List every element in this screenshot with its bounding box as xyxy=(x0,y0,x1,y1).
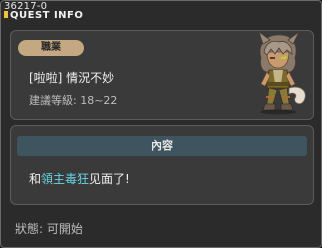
content-prefix: 和 xyxy=(29,172,42,186)
window-title: QUEST INFO xyxy=(10,10,84,21)
quest-info-window: 36217-0 QUEST INFO 職業 [啦啦] 情況不妙 建議等級: 18… xyxy=(0,0,322,248)
content-panel: 內容 和領主毒狂见面了! xyxy=(10,125,314,205)
title-bar[interactable]: 36217-0 QUEST INFO xyxy=(1,1,321,25)
quest-status: 狀態: 可開始 xyxy=(15,222,83,236)
quest-info-panel: 職業 [啦啦] 情況不妙 建議等級: 18~22 xyxy=(10,30,314,120)
npc-name-link[interactable]: 領主毒狂 xyxy=(41,172,89,186)
quest-name: [啦啦] 情況不妙 xyxy=(29,71,115,85)
npc-portrait xyxy=(258,32,306,115)
recommended-level: 建議等級: 18~22 xyxy=(29,94,118,107)
content-header: 內容 xyxy=(17,136,307,156)
content-suffix: 见面了! xyxy=(89,172,130,186)
content-text: 和領主毒狂见面了! xyxy=(29,170,130,187)
job-badge: 職業 xyxy=(18,40,84,56)
title-marker-icon xyxy=(4,11,8,18)
